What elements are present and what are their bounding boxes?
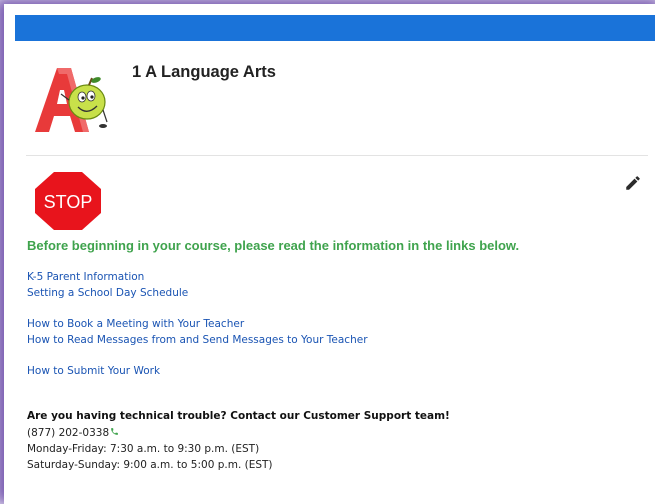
phone-icon[interactable]	[110, 427, 119, 436]
support-heading: Are you having technical trouble? Contac…	[27, 410, 450, 422]
divider	[26, 155, 648, 156]
stop-sign-text: STOP	[44, 192, 93, 212]
intro-text: Before beginning in your course, please …	[27, 238, 520, 253]
link-book-meeting[interactable]: How to Book a Meeting with Your Teacher	[27, 318, 244, 330]
top-bar	[15, 15, 655, 41]
stop-sign-icon: STOP	[32, 169, 104, 233]
link-read-send-messages[interactable]: How to Read Messages from and Send Messa…	[27, 334, 368, 346]
pencil-icon[interactable]	[624, 174, 642, 192]
support-phone-line: (877) 202-0338	[27, 427, 119, 439]
course-page: 1 A Language Arts STOP Before beginning …	[15, 15, 655, 500]
link-school-day-schedule[interactable]: Setting a School Day Schedule	[27, 287, 188, 299]
support-phone[interactable]: (877) 202-0338	[27, 427, 109, 439]
course-logo-icon	[35, 68, 108, 132]
support-hours-weekend: Saturday-Sunday: 9:00 a.m. to 5:00 p.m. …	[27, 459, 273, 471]
support-hours-weekday: Monday-Friday: 7:30 a.m. to 9:30 p.m. (E…	[27, 443, 260, 455]
course-title: 1 A Language Arts	[132, 63, 276, 81]
link-parent-information[interactable]: K-5 Parent Information	[27, 271, 144, 283]
link-submit-work[interactable]: How to Submit Your Work	[27, 365, 160, 377]
